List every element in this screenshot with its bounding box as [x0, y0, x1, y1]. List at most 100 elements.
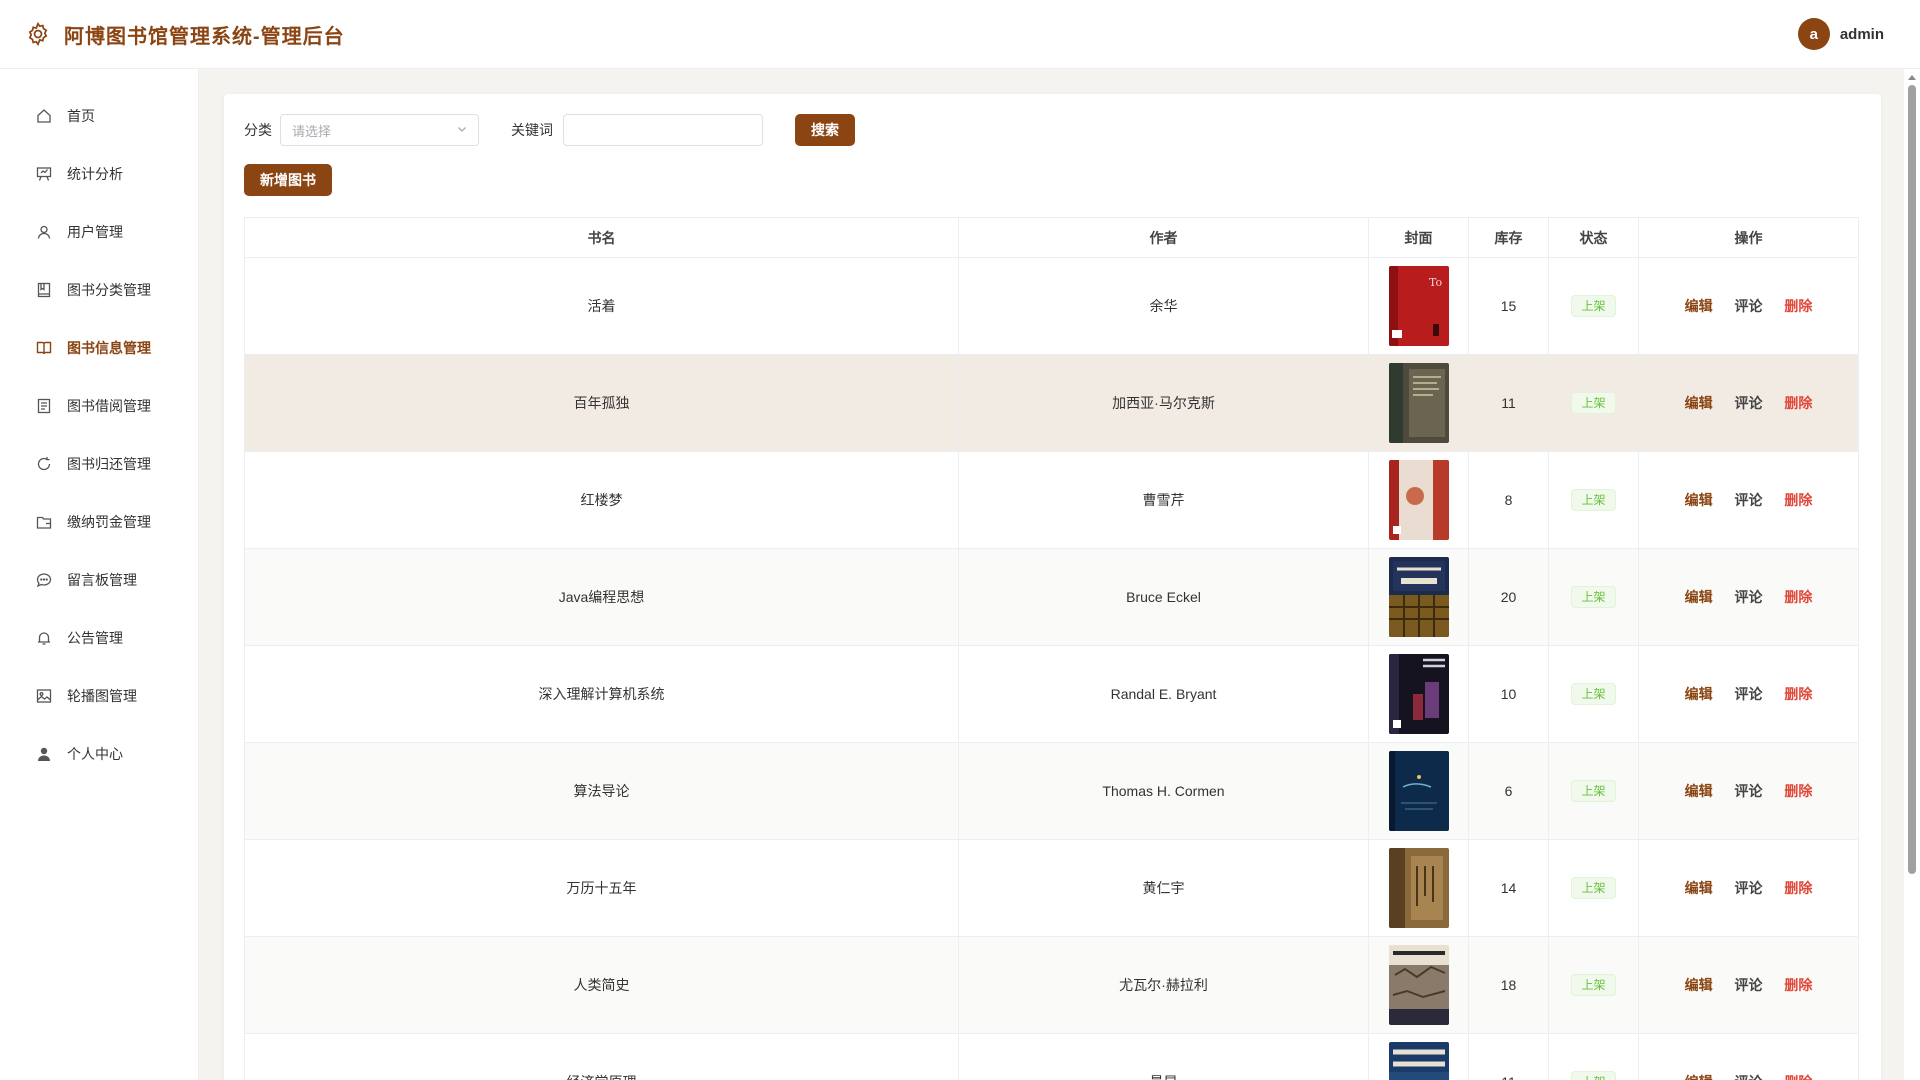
edit-button[interactable]: 编辑: [1685, 1072, 1713, 1080]
column-header-author: 作者: [958, 217, 1369, 258]
book-title: 深入理解计算机系统: [244, 645, 959, 743]
wallet-icon: [35, 513, 53, 531]
delete-button[interactable]: 删除: [1784, 490, 1812, 510]
table-row: 经济学原理 曼昆 11 上架 编辑 评论 删除: [244, 1033, 1859, 1080]
status-badge: 上架: [1571, 295, 1616, 317]
book-cover-image[interactable]: [1388, 654, 1449, 734]
document-icon: [35, 397, 53, 415]
book-author: Randal E. Bryant: [958, 645, 1369, 743]
delete-button[interactable]: 删除: [1784, 684, 1812, 704]
books-table: 书名 作者 封面 库存 状态 操作 活着 余华 To 15 上架 编辑 评论 删…: [244, 217, 1859, 1080]
status-badge: 上架: [1571, 1071, 1616, 1080]
user-filled-icon: [35, 745, 53, 763]
book-stock: 8: [1468, 451, 1549, 549]
sidebar-item-profile[interactable]: 个人中心: [0, 725, 198, 783]
status-badge: 上架: [1571, 974, 1616, 996]
user-menu[interactable]: a admin: [1797, 18, 1884, 50]
user-icon: [35, 223, 53, 241]
book-cover-image[interactable]: [1388, 557, 1449, 637]
sidebar-item-label: 缴纳罚金管理: [67, 514, 151, 530]
sidebar-item-fines[interactable]: 缴纳罚金管理: [0, 493, 198, 551]
book-cover-image[interactable]: [1388, 945, 1449, 1025]
book-author: 尤瓦尔·赫拉利: [958, 936, 1369, 1034]
comment-button[interactable]: 评论: [1735, 975, 1763, 995]
add-book-button[interactable]: 新增图书: [244, 164, 332, 196]
book-cover-image[interactable]: [1388, 848, 1449, 928]
sidebar-item-book-categories[interactable]: 图书分类管理: [0, 261, 198, 319]
column-header-status: 状态: [1548, 217, 1639, 258]
book-cover-image[interactable]: [1388, 751, 1449, 831]
table-row: Java编程思想 Bruce Eckel 20 上架 编辑 评论 删除: [244, 548, 1859, 646]
book-title: 百年孤独: [244, 354, 959, 452]
sidebar-item-users[interactable]: 用户管理: [0, 203, 198, 261]
comment-button[interactable]: 评论: [1735, 1072, 1763, 1080]
book-cover-image[interactable]: [1388, 460, 1449, 540]
sidebar-item-label: 个人中心: [67, 746, 123, 762]
book-cover-image[interactable]: To: [1388, 266, 1449, 346]
edit-button[interactable]: 编辑: [1685, 490, 1713, 510]
book-stock: 6: [1468, 742, 1549, 840]
chat-icon: [35, 571, 53, 589]
comment-button[interactable]: 评论: [1735, 878, 1763, 898]
avatar[interactable]: a: [1797, 18, 1830, 50]
book-cover-image[interactable]: [1388, 363, 1449, 443]
book-stock: 20: [1468, 548, 1549, 646]
edit-button[interactable]: 编辑: [1685, 781, 1713, 801]
delete-button[interactable]: 删除: [1784, 1072, 1812, 1080]
scroll-thumb[interactable]: [1908, 85, 1916, 874]
delete-button[interactable]: 删除: [1784, 393, 1812, 413]
sidebar-item-label: 图书归还管理: [67, 456, 151, 472]
book-title: 人类简史: [244, 936, 959, 1034]
status-badge: 上架: [1571, 877, 1616, 899]
username[interactable]: admin: [1840, 26, 1884, 43]
home-icon: [35, 107, 53, 125]
table-row: 人类简史 尤瓦尔·赫拉利 18 上架 编辑 评论 删除: [244, 936, 1859, 1034]
comment-button[interactable]: 评论: [1735, 393, 1763, 413]
column-header-actions: 操作: [1638, 217, 1859, 258]
edit-button[interactable]: 编辑: [1685, 975, 1713, 995]
page-scrollbar[interactable]: [1904, 69, 1920, 1080]
edit-button[interactable]: 编辑: [1685, 684, 1713, 704]
book-stock: 10: [1468, 645, 1549, 743]
svg-text:To: To: [1429, 276, 1442, 289]
delete-button[interactable]: 删除: [1784, 975, 1812, 995]
edit-button[interactable]: 编辑: [1685, 296, 1713, 316]
sidebar-item-home[interactable]: 首页: [0, 87, 198, 145]
edit-button[interactable]: 编辑: [1685, 587, 1713, 607]
scroll-up-arrow-icon[interactable]: [1908, 75, 1916, 80]
sidebar-item-messages[interactable]: 留言板管理: [0, 551, 198, 609]
chevron-down-icon: [456, 122, 468, 138]
book-author: 余华: [958, 257, 1369, 355]
book-cover-image[interactable]: [1388, 1042, 1449, 1080]
delete-button[interactable]: 删除: [1784, 296, 1812, 316]
delete-button[interactable]: 删除: [1784, 878, 1812, 898]
sidebar-item-label: 统计分析: [67, 166, 123, 182]
category-select[interactable]: 请选择: [280, 114, 479, 146]
sidebar-item-statistics[interactable]: 统计分析: [0, 145, 198, 203]
delete-button[interactable]: 删除: [1784, 587, 1812, 607]
book-stock: 11: [1468, 1033, 1549, 1080]
comment-button[interactable]: 评论: [1735, 587, 1763, 607]
delete-button[interactable]: 删除: [1784, 781, 1812, 801]
sidebar-item-carousel[interactable]: 轮播图管理: [0, 667, 198, 725]
comment-button[interactable]: 评论: [1735, 684, 1763, 704]
edit-button[interactable]: 编辑: [1685, 878, 1713, 898]
sidebar-item-label: 轮播图管理: [67, 688, 137, 704]
sidebar-item-return[interactable]: 图书归还管理: [0, 435, 198, 493]
status-badge: 上架: [1571, 586, 1616, 608]
book-title: 红楼梦: [244, 451, 959, 549]
comment-button[interactable]: 评论: [1735, 296, 1763, 316]
chart-board-icon: [35, 165, 53, 183]
sidebar-item-borrow[interactable]: 图书借阅管理: [0, 377, 198, 435]
top-header: 阿博图书馆管理系统-管理后台 a admin: [0, 0, 1920, 69]
table-header-row: 书名 作者 封面 库存 状态 操作: [244, 217, 1859, 258]
edit-button[interactable]: 编辑: [1685, 393, 1713, 413]
comment-button[interactable]: 评论: [1735, 781, 1763, 801]
sidebar-item-book-info[interactable]: 图书信息管理: [0, 319, 198, 377]
sidebar-item-announcements[interactable]: 公告管理: [0, 609, 198, 667]
book-stock: 14: [1468, 839, 1549, 937]
search-button[interactable]: 搜索: [795, 114, 855, 146]
comment-button[interactable]: 评论: [1735, 490, 1763, 510]
category-filter-label: 分类: [244, 122, 272, 138]
keyword-input[interactable]: [563, 114, 763, 146]
